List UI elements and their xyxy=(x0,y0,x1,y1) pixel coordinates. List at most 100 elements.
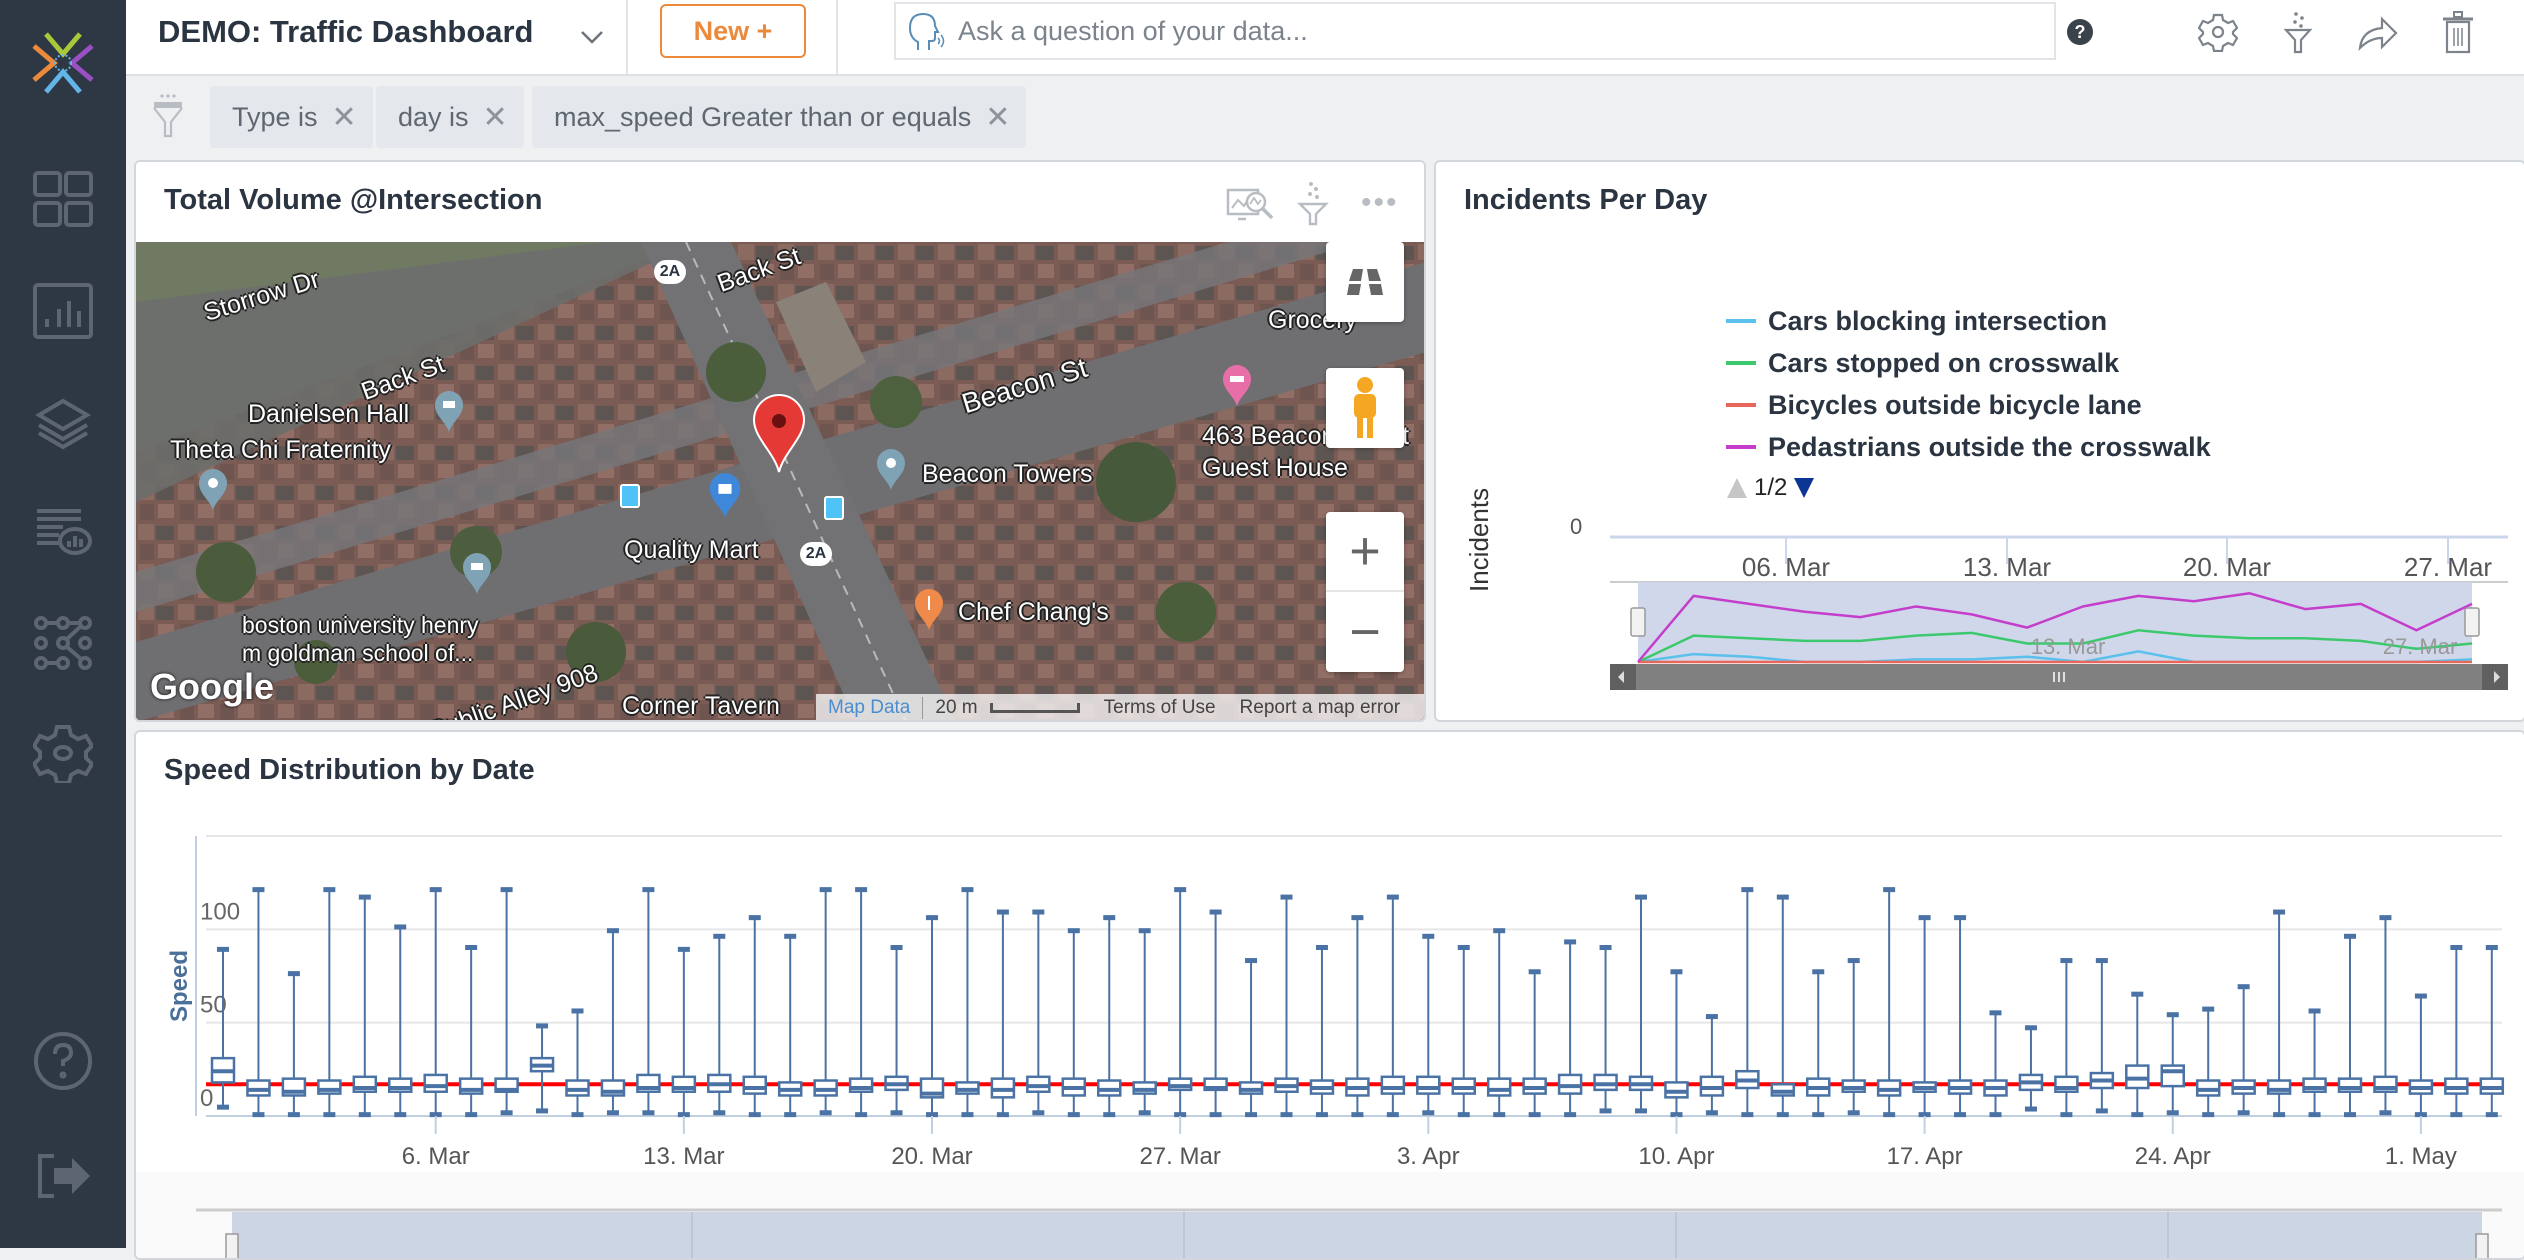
box-plot-item[interactable] xyxy=(1522,969,1547,1118)
filter-bar-funnel[interactable] xyxy=(150,92,186,143)
filter-chip-type[interactable]: Type is ✕ xyxy=(210,86,373,148)
dashboard-settings-button[interactable] xyxy=(2196,10,2240,54)
box-plot-item[interactable] xyxy=(1345,915,1370,1118)
box-plot-item[interactable] xyxy=(423,887,448,1118)
app-logo[interactable] xyxy=(28,28,98,98)
box-plot-item[interactable] xyxy=(2125,991,2150,1118)
dashboard-selector-dropdown[interactable] xyxy=(572,18,612,58)
box-plot-item[interactable] xyxy=(529,1023,555,1114)
box-plot-item[interactable] xyxy=(246,887,271,1118)
box-plot-item[interactable] xyxy=(2373,915,2398,1116)
hotel-pin-icon[interactable] xyxy=(1222,364,1252,408)
legend-next-icon[interactable] xyxy=(1793,476,1815,500)
box-plot-item[interactable] xyxy=(2444,945,2469,1118)
filter-chip-day[interactable]: day is ✕ xyxy=(376,86,524,148)
new-button[interactable]: New + xyxy=(660,4,806,58)
box-plot-item[interactable] xyxy=(1841,958,1866,1116)
legend-item[interactable]: Bicycles outside bicycle lane xyxy=(1726,384,2211,426)
box-plot-item[interactable] xyxy=(388,924,413,1118)
box-plot-item[interactable] xyxy=(990,909,1016,1118)
box-plot-item[interactable] xyxy=(2018,1025,2044,1112)
box-plot-item[interactable] xyxy=(1309,945,1335,1118)
ask-question-field[interactable] xyxy=(894,2,2056,60)
school-pin-icon[interactable] xyxy=(434,390,464,434)
shopping-pin-icon[interactable] xyxy=(708,472,742,520)
box-plot-item[interactable] xyxy=(1557,939,1583,1118)
box-plot-item[interactable] xyxy=(919,915,945,1118)
legend-item[interactable]: Cars blocking intersection xyxy=(1726,300,2211,342)
box-plot-item[interactable] xyxy=(1628,894,1654,1114)
sidebar-item-help[interactable] xyxy=(30,1028,96,1094)
box-plot-item[interactable] xyxy=(1097,915,1122,1118)
box-plot-item[interactable] xyxy=(813,887,838,1116)
box-plot-item[interactable] xyxy=(1380,894,1406,1118)
box-plot-item[interactable] xyxy=(742,915,767,1118)
box-plot-item[interactable] xyxy=(1735,887,1760,1118)
box-plot-item[interactable] xyxy=(1664,969,1689,1118)
box-plot-item[interactable] xyxy=(1699,1014,1725,1116)
dashboard-filter-button[interactable] xyxy=(2276,10,2320,54)
box-plot-item[interactable] xyxy=(1274,894,1299,1118)
box-plot-item[interactable] xyxy=(1167,887,1193,1118)
zoom-in-button[interactable]: + xyxy=(1326,512,1404,592)
terms-link[interactable]: Terms of Use xyxy=(1092,697,1228,719)
legend-item[interactable]: Cars stopped on crosswalk xyxy=(1726,342,2211,384)
box-plot-item[interactable] xyxy=(1203,909,1228,1118)
box-plot-item[interactable] xyxy=(352,894,378,1118)
box-plot-item[interactable] xyxy=(1806,969,1831,1118)
remove-filter-icon[interactable]: ✕ xyxy=(985,100,1010,135)
legend-prev-icon[interactable] xyxy=(1726,476,1748,500)
box-plot-item[interactable] xyxy=(1876,887,1902,1118)
box-plot-item[interactable] xyxy=(777,933,803,1118)
box-plot-item[interactable] xyxy=(2089,958,2115,1114)
box-plot-item[interactable] xyxy=(1770,894,1796,1118)
box-plot-item[interactable] xyxy=(2054,958,2079,1118)
navigator-selection[interactable] xyxy=(232,1212,2482,1260)
school-pin-icon[interactable] xyxy=(462,552,492,596)
sidebar-item-data-flows[interactable] xyxy=(30,610,96,676)
box-plot-item[interactable] xyxy=(1912,915,1937,1118)
box-plot-item[interactable] xyxy=(2231,984,2256,1116)
remove-filter-icon[interactable]: ✕ xyxy=(332,100,357,135)
box-plot-item[interactable] xyxy=(2408,993,2434,1118)
panel-filter-button[interactable] xyxy=(1296,180,1330,231)
place-pin-icon[interactable] xyxy=(876,448,906,492)
zoom-out-button[interactable]: − xyxy=(1326,592,1404,672)
report-error-link[interactable]: Report a map error xyxy=(1228,697,1413,719)
box-plot-item[interactable] xyxy=(1026,909,1051,1116)
box-plot-item[interactable] xyxy=(1593,945,1618,1114)
box-plot-item[interactable] xyxy=(1238,958,1264,1118)
box-plot-item[interactable] xyxy=(317,887,342,1118)
sidebar-item-dashboards[interactable] xyxy=(30,166,96,232)
share-button[interactable] xyxy=(2356,10,2400,54)
incidents-chart[interactable]: 06. Mar 13. Mar 20. Mar 27. Mar 13. Mar 27. M… xyxy=(1610,532,2508,722)
box-plot-item[interactable] xyxy=(2302,1008,2327,1118)
box-plot-item[interactable] xyxy=(636,887,661,1116)
speed-box-plot[interactable]: 0501006. Mar 13. Mar 20. Mar 27. Mar 3. Apr 1… xyxy=(136,732,2524,1260)
box-plot-item[interactable] xyxy=(671,946,697,1118)
box-plot-item[interactable] xyxy=(1416,933,1441,1116)
sidebar-item-settings[interactable] xyxy=(30,720,96,786)
sidebar-item-logout[interactable] xyxy=(30,1144,96,1210)
sidebar-item-reports[interactable] xyxy=(30,278,96,344)
navigator-handle[interactable] xyxy=(225,1233,239,1260)
sidebar-item-data-analysis[interactable] xyxy=(30,500,96,566)
place-pin-icon[interactable] xyxy=(198,468,228,512)
satellite-map[interactable]: 2A 2A Storrow Dr Back St Back St Daniels… xyxy=(136,242,1424,720)
box-plot-item[interactable] xyxy=(2337,933,2363,1118)
box-plot-item[interactable] xyxy=(2266,909,2292,1118)
box-plot-item[interactable] xyxy=(565,1008,590,1118)
navigator-handle[interactable] xyxy=(2475,1233,2489,1260)
explore-button[interactable] xyxy=(1226,186,1276,231)
box-plot-item[interactable] xyxy=(848,887,874,1118)
ask-question-input[interactable] xyxy=(958,15,1958,47)
box-plot-item[interactable] xyxy=(1451,945,1476,1118)
navigator-handle[interactable] xyxy=(1630,607,1646,637)
location-marker-icon[interactable] xyxy=(752,394,806,474)
sidebar-item-data-layers[interactable] xyxy=(30,390,96,456)
legend-item[interactable]: Pedastrians outside the crosswalk xyxy=(1726,426,2211,468)
help-button[interactable]: ? xyxy=(2058,10,2102,54)
delete-dashboard-button[interactable] xyxy=(2436,10,2480,54)
box-plot-item[interactable] xyxy=(707,933,732,1116)
box-plot-item[interactable] xyxy=(1983,1010,2008,1118)
